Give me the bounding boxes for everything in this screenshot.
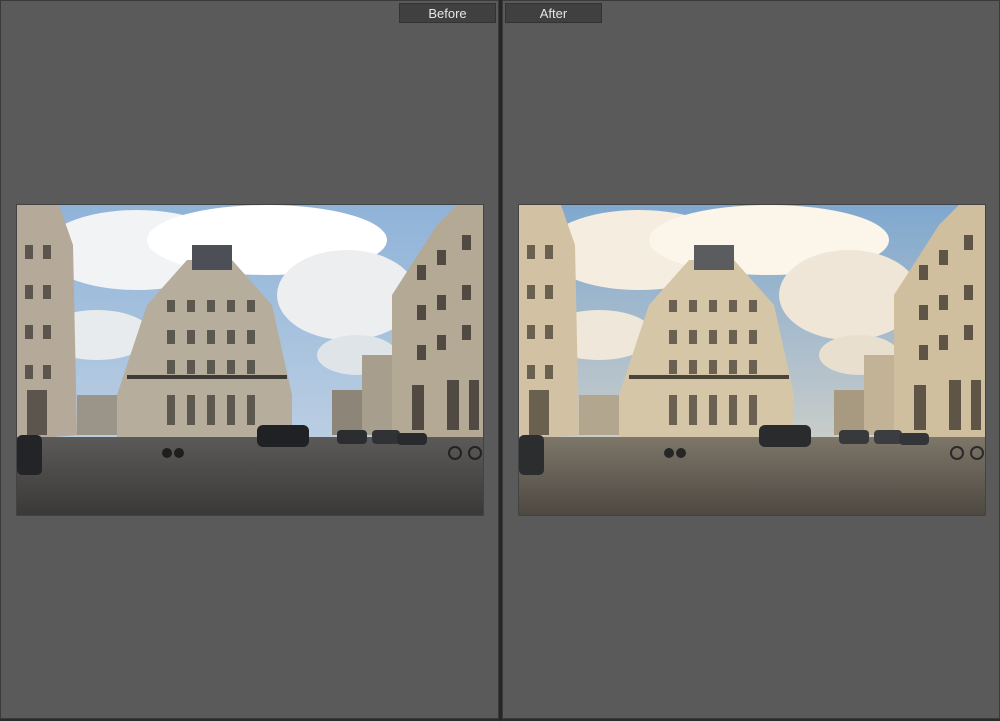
before-after-compare-view: Before After (0, 0, 1000, 721)
before-photo[interactable] (17, 205, 483, 515)
compare-divider[interactable] (499, 0, 502, 721)
after-photo[interactable] (519, 205, 985, 515)
street-scene-before (17, 205, 483, 515)
after-label: After (505, 3, 602, 23)
before-label: Before (399, 3, 496, 23)
street-scene-after (519, 205, 985, 515)
